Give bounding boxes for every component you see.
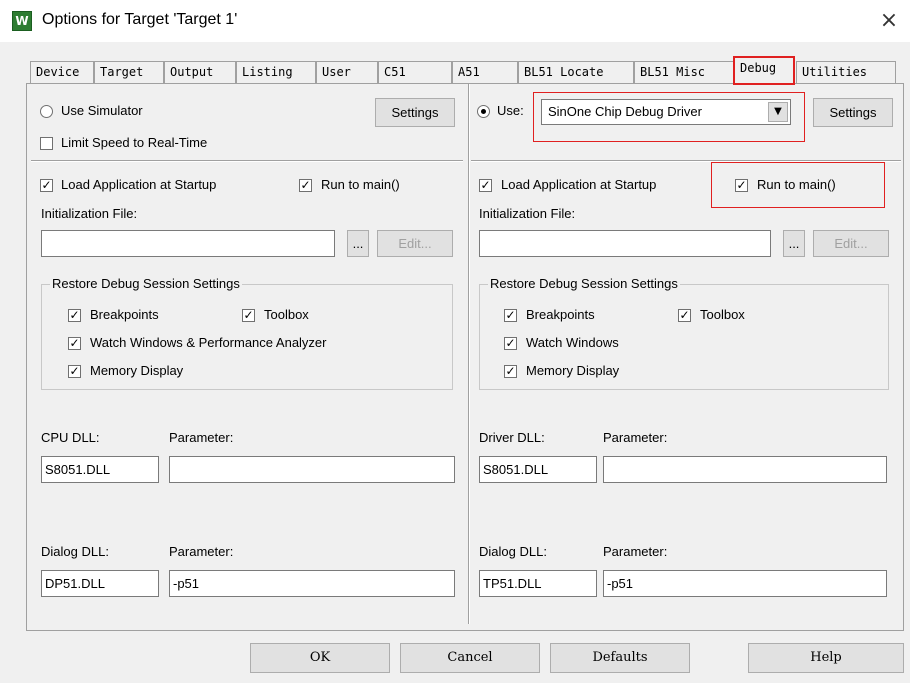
ok-button[interactable]: OK (250, 643, 390, 673)
driver-settings-button[interactable]: Settings (813, 98, 893, 127)
right-load-app-label: Load Application at Startup (501, 177, 657, 192)
right-watch-label: Watch Windows (526, 335, 619, 350)
right-edit-button[interactable]: Edit... (813, 230, 889, 257)
right-init-file-input[interactable] (479, 230, 771, 257)
driver-highlight-box (533, 92, 805, 142)
right-toolbox-checkbox[interactable]: ✓ (678, 309, 691, 322)
left-dialog-param-input[interactable]: -p51 (169, 570, 455, 597)
use-driver-label: Use: (497, 103, 524, 118)
right-run-to-main-checkbox[interactable]: ✓ (735, 179, 748, 192)
right-dialog-param-input[interactable]: -p51 (603, 570, 887, 597)
tab-c51[interactable]: C51 (378, 61, 452, 83)
right-dialog-dll-label: Dialog DLL: (479, 544, 547, 559)
tab-target[interactable]: Target (94, 61, 164, 83)
right-memory-label: Memory Display (526, 363, 620, 378)
left-edit-button[interactable]: Edit... (377, 230, 453, 257)
left-memory-checkbox[interactable]: ✓ (68, 365, 81, 378)
cpu-param-input[interactable] (169, 456, 455, 483)
right-dialog-dll-input[interactable]: TP51.DLL (479, 570, 597, 597)
debug-tab-panel: Use Simulator Settings Limit Speed to Re… (26, 83, 904, 631)
window-title: Options for Target 'Target 1' (42, 11, 238, 28)
use-simulator-radio[interactable] (40, 105, 53, 118)
cpu-param-label: Parameter: (169, 430, 234, 445)
left-toolbox-label: Toolbox (264, 307, 309, 322)
driver-param-input[interactable] (603, 456, 887, 483)
title-bar: W Options for Target 'Target 1' × (0, 0, 910, 42)
left-breakpoints-checkbox[interactable]: ✓ (68, 309, 81, 322)
cpu-dll-input[interactable]: S8051.DLL (41, 456, 159, 483)
driver-dll-input[interactable]: S8051.DLL (479, 456, 597, 483)
use-driver-radio[interactable] (477, 105, 490, 118)
driver-param-label: Parameter: (603, 430, 668, 445)
tab-bl51-misc[interactable]: BL51 Misc (634, 61, 734, 83)
help-button[interactable]: Help (748, 643, 904, 673)
limit-speed-label: Limit Speed to Real-Time (61, 135, 208, 150)
tab-utilities[interactable]: Utilities (796, 61, 896, 83)
driver-dll-label: Driver DLL: (479, 430, 545, 445)
right-restore-group: Restore Debug Session Settings ✓ Breakpo… (479, 276, 889, 390)
tab-device[interactable]: Device (30, 61, 94, 83)
right-breakpoints-checkbox[interactable]: ✓ (504, 309, 517, 322)
close-icon[interactable]: × (872, 4, 906, 38)
left-restore-group-label: Restore Debug Session Settings (50, 276, 242, 291)
left-init-file-input[interactable] (41, 230, 335, 257)
use-simulator-label: Use Simulator (61, 103, 143, 118)
limit-speed-checkbox[interactable] (40, 137, 53, 150)
options-dialog: W Options for Target 'Target 1' × Device… (0, 0, 910, 683)
left-dialog-dll-label: Dialog DLL: (41, 544, 109, 559)
right-run-to-main-label: Run to main() (757, 177, 836, 192)
tab-listing[interactable]: Listing (236, 61, 316, 83)
tab-user[interactable]: User (316, 61, 378, 83)
right-watch-checkbox[interactable]: ✓ (504, 337, 517, 350)
left-dialog-param-label: Parameter: (169, 544, 234, 559)
dialog-button-bar: OK Cancel Defaults Help (0, 631, 910, 683)
left-memory-label: Memory Display (90, 363, 184, 378)
tab-bl51-locate[interactable]: BL51 Locate (518, 61, 634, 83)
right-restore-group-label: Restore Debug Session Settings (488, 276, 680, 291)
simulator-settings-button[interactable]: Settings (375, 98, 455, 127)
left-watch-label: Watch Windows & Performance Analyzer (90, 335, 327, 350)
left-browse-button[interactable]: ... (347, 230, 369, 257)
left-toolbox-checkbox[interactable]: ✓ (242, 309, 255, 322)
left-load-app-checkbox[interactable]: ✓ (40, 179, 53, 192)
left-run-to-main-label: Run to main() (321, 177, 400, 192)
left-run-to-main-checkbox[interactable]: ✓ (299, 179, 312, 192)
defaults-button[interactable]: Defaults (550, 643, 690, 673)
left-dialog-dll-input[interactable]: DP51.DLL (41, 570, 159, 597)
right-memory-checkbox[interactable]: ✓ (504, 365, 517, 378)
right-browse-button[interactable]: ... (783, 230, 805, 257)
left-load-app-label: Load Application at Startup (61, 177, 217, 192)
left-watch-checkbox[interactable]: ✓ (68, 337, 81, 350)
left-separator (31, 160, 463, 162)
cpu-dll-label: CPU DLL: (41, 430, 100, 445)
tab-debug[interactable]: Debug (733, 56, 795, 85)
right-toolbox-label: Toolbox (700, 307, 745, 322)
left-restore-group: Restore Debug Session Settings ✓ Breakpo… (41, 276, 453, 390)
right-load-app-checkbox[interactable]: ✓ (479, 179, 492, 192)
left-breakpoints-label: Breakpoints (90, 307, 159, 322)
right-dialog-param-label: Parameter: (603, 544, 668, 559)
tab-output[interactable]: Output (164, 61, 236, 83)
vertical-divider (468, 84, 470, 624)
right-breakpoints-label: Breakpoints (526, 307, 595, 322)
tab-a51[interactable]: A51 (452, 61, 518, 83)
keil-app-icon: W (12, 11, 32, 31)
left-init-file-label: Initialization File: (41, 206, 138, 221)
right-init-file-label: Initialization File: (479, 206, 576, 221)
cancel-button[interactable]: Cancel (400, 643, 540, 673)
